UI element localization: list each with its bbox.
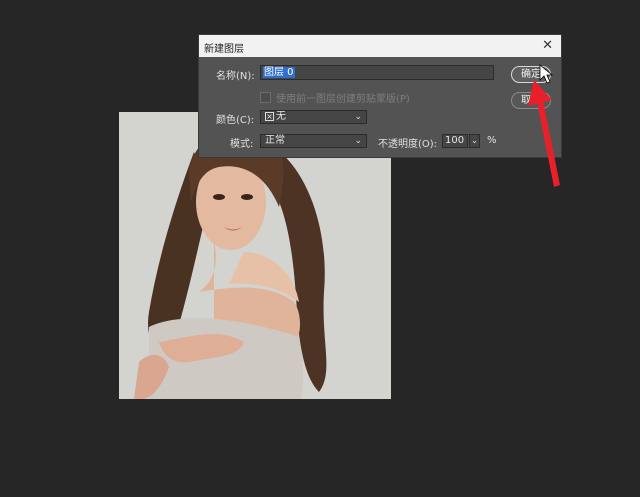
no-color-icon: × [265, 111, 274, 121]
ok-button[interactable]: 确定 [511, 66, 551, 83]
opacity-input[interactable]: 100 [442, 134, 468, 148]
dialog-titlebar: 新建图层 ✕ [199, 35, 561, 57]
chevron-down-icon: ⌄ [354, 136, 362, 146]
opacity-value: 100 [445, 135, 465, 146]
name-label: 名称(N): [216, 71, 255, 82]
mode-value: 正常 [265, 135, 285, 146]
clip-mask-checkbox[interactable] [260, 92, 271, 103]
mode-select[interactable]: 正常 ⌄ [260, 134, 367, 148]
close-icon[interactable]: ✕ [542, 38, 553, 53]
color-label: 颜色(C): [216, 115, 255, 126]
layer-name-value: 图层 0 [263, 67, 295, 78]
opacity-label: 不透明度(O): [378, 139, 438, 150]
opacity-unit: % [487, 135, 497, 146]
color-value: 无 [276, 111, 286, 122]
new-layer-dialog: 新建图层 ✕ 名称(N): 图层 0 使用前一图层创建剪贴蒙版(P) 颜色(C)… [198, 34, 562, 158]
layer-name-input[interactable]: 图层 0 [260, 65, 494, 80]
dialog-title: 新建图层 [204, 44, 244, 55]
chevron-down-icon: ⌄ [354, 112, 362, 122]
clip-mask-label: 使用前一图层创建剪贴蒙版(P) [276, 94, 410, 105]
opacity-dropdown-button[interactable]: ⌄ [469, 134, 480, 148]
mode-label: 模式: [230, 139, 254, 150]
color-select[interactable]: × 无 ⌄ [260, 110, 367, 124]
cancel-button[interactable]: 取消 [511, 92, 551, 109]
